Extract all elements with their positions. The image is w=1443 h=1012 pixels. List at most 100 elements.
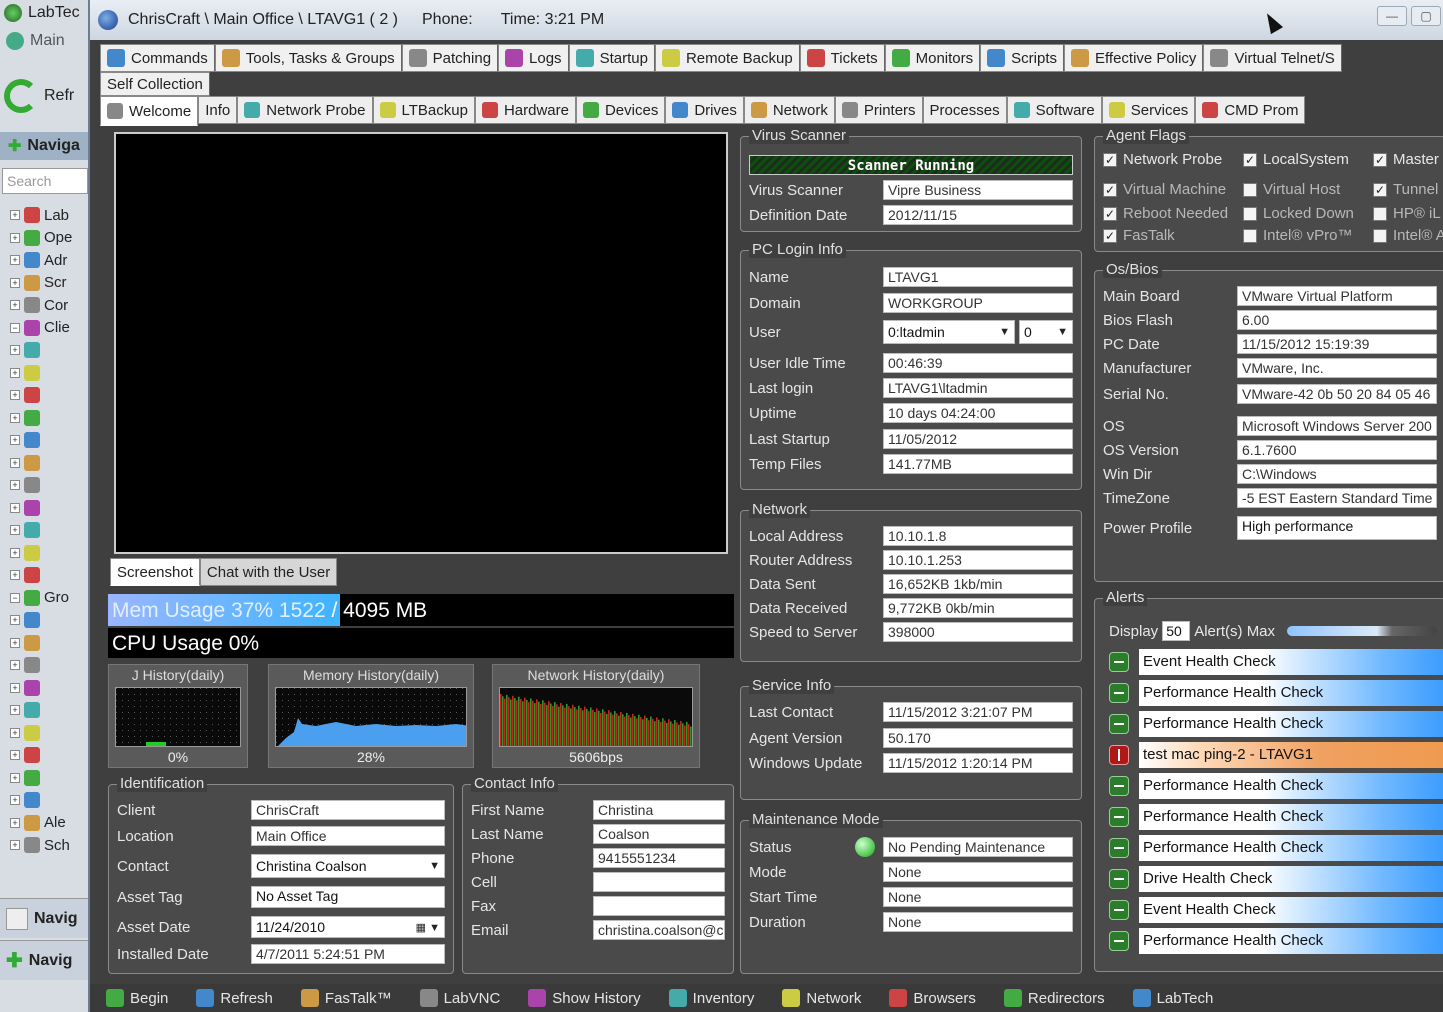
flag-network-probe[interactable]: ✓ Network Probe — [1103, 151, 1222, 168]
tab-ltbackup[interactable]: LTBackup — [372, 96, 475, 124]
expand-icon[interactable]: + — [10, 300, 20, 311]
bg-nav-button-1[interactable]: Navig — [0, 898, 96, 938]
bottom-redirectors-button[interactable]: Redirectors — [988, 989, 1117, 1007]
bg-tree-item[interactable]: + Adr — [10, 249, 96, 272]
expand-icon[interactable]: + — [10, 232, 20, 243]
bg-tree-item[interactable]: + Scr — [10, 272, 96, 295]
email-field[interactable]: christina.coalson@c — [593, 920, 725, 940]
toolbar-logs-button[interactable]: Logs — [498, 44, 569, 72]
bg-tree-item[interactable]: + — [10, 632, 96, 655]
expand-icon[interactable]: + — [10, 705, 20, 716]
bottom-labvnc-button[interactable]: LabVNC — [404, 989, 513, 1007]
expand-icon[interactable]: + — [10, 772, 20, 783]
tab-info[interactable]: Info — [198, 96, 238, 124]
alert-item[interactable]: Performance Health Check — [1109, 928, 1443, 954]
expand-icon[interactable]: + — [10, 277, 20, 288]
bg-tree-item[interactable]: + — [10, 452, 96, 475]
cpu-history[interactable]: J History(daily) 0% — [108, 664, 248, 768]
bg-tree-item[interactable]: − Clie — [10, 317, 96, 340]
bg-tree-item[interactable]: + — [10, 677, 96, 700]
flag-hp-il[interactable]: HP® iL — [1373, 205, 1441, 222]
flag-intel-a[interactable]: Intel® A — [1373, 227, 1443, 244]
bottom-fastalk-button[interactable]: FasTalk™ — [285, 989, 404, 1007]
expand-icon[interactable]: − — [10, 322, 20, 333]
toolbar-virtual-telnet-s-button[interactable]: Virtual Telnet/S — [1203, 44, 1342, 72]
toolbar-startup-button[interactable]: Startup — [568, 44, 655, 72]
toolbar-tickets-button[interactable]: Tickets — [799, 44, 885, 72]
bg-tree-item[interactable]: + Ale — [10, 812, 96, 835]
bg-tree-item[interactable]: + — [10, 609, 96, 632]
alert-item[interactable]: Event Health Check — [1109, 897, 1443, 923]
expand-icon[interactable]: + — [10, 255, 20, 266]
bg-tree-item[interactable]: + — [10, 519, 96, 542]
expand-icon[interactable]: + — [10, 817, 20, 828]
bg-tree-item[interactable]: + — [10, 722, 96, 745]
bottom-labtech-button[interactable]: LabTech — [1117, 989, 1226, 1007]
expand-icon[interactable]: + — [10, 502, 20, 513]
client-field[interactable]: ChrisCraft — [251, 800, 445, 820]
bg-tree-item[interactable]: + Ope — [10, 227, 96, 250]
tab-network-probe[interactable]: Network Probe — [237, 96, 373, 124]
alert-item[interactable]: Performance Health Check — [1109, 680, 1443, 706]
bottom-refresh-button[interactable]: Refresh — [180, 989, 285, 1007]
asset-date-picker[interactable]: 11/24/2010 ▦ ▼ — [251, 916, 445, 938]
contact-select[interactable]: Christina Coalson ▼ — [251, 854, 445, 878]
expand-icon[interactable]: + — [10, 727, 20, 738]
checkbox-icon[interactable]: ✓ — [1243, 152, 1257, 167]
tab-processes[interactable]: Processes — [922, 96, 1007, 124]
expand-icon[interactable]: + — [10, 480, 20, 491]
calendar-icon[interactable]: ▦ ▼ — [416, 921, 440, 934]
screenshot-view[interactable] — [114, 132, 728, 554]
bg-tree-item[interactable]: + — [10, 407, 96, 430]
bottom-show-history-button[interactable]: Show History — [512, 989, 652, 1007]
location-field[interactable]: Main Office — [251, 826, 445, 846]
bg-tree-item[interactable]: + — [10, 699, 96, 722]
user-session-select[interactable]: 0 ▼ — [1019, 320, 1073, 344]
bg-tree-item[interactable]: + Cor — [10, 294, 96, 317]
checkbox-icon[interactable]: ✓ — [1103, 182, 1117, 197]
bottom-network-button[interactable]: Network — [766, 989, 873, 1007]
memory-history[interactable]: Memory History(daily) 28% — [268, 664, 474, 768]
user-select[interactable]: 0:ltadmin ▼ — [883, 320, 1015, 344]
power-profile-field[interactable]: High performance — [1237, 516, 1437, 540]
bg-nav-button-2[interactable]: ✚ Navig — [0, 940, 96, 980]
tab-screenshot[interactable]: Screenshot — [110, 558, 200, 586]
tab-services[interactable]: Services — [1101, 96, 1196, 124]
last-name-field[interactable]: Coalson — [593, 824, 725, 844]
bg-tree-item[interactable]: + — [10, 362, 96, 385]
toolbar-commands-button[interactable]: Commands — [100, 44, 215, 72]
bg-tree-item[interactable]: + — [10, 497, 96, 520]
expand-icon[interactable]: + — [10, 637, 20, 648]
phone-field[interactable]: 9415551234 — [593, 848, 725, 868]
bg-tree-item[interactable]: + — [10, 429, 96, 452]
bg-tree-item[interactable]: + — [10, 767, 96, 790]
first-name-field[interactable]: Christina — [593, 800, 725, 820]
checkbox-icon[interactable] — [1373, 206, 1387, 221]
minimize-icon[interactable]: — — [1377, 6, 1407, 26]
expand-icon[interactable]: + — [10, 795, 20, 806]
checkbox-icon[interactable] — [1243, 228, 1257, 243]
network-history[interactable]: Network History(daily) 5606bps — [492, 664, 700, 768]
toolbar-tools-tasks-groups-button[interactable]: Tools, Tasks & Groups — [214, 44, 402, 72]
toolbar-monitors-button[interactable]: Monitors — [884, 44, 981, 72]
flag-virtual-host[interactable]: Virtual Host — [1243, 181, 1340, 198]
checkbox-icon[interactable]: ✓ — [1103, 228, 1117, 243]
bg-main-menu[interactable]: Main — [6, 32, 65, 50]
bottom-inventory-button[interactable]: Inventory — [653, 989, 767, 1007]
bg-search-input[interactable]: Search — [2, 168, 88, 194]
flag-virtual-machine[interactable]: ✓ Virtual Machine — [1103, 181, 1226, 198]
tab-software[interactable]: Software — [1006, 96, 1102, 124]
tab-network[interactable]: Network — [743, 96, 835, 124]
checkbox-icon[interactable] — [1243, 182, 1257, 197]
alert-item[interactable]: Performance Health Check — [1109, 711, 1443, 737]
expand-icon[interactable]: + — [10, 435, 20, 446]
expand-icon[interactable]: + — [10, 570, 20, 581]
alert-item[interactable]: Event Health Check — [1109, 649, 1443, 675]
toolbar-scripts-button[interactable]: Scripts — [980, 44, 1064, 72]
bg-tree-item[interactable]: + — [10, 654, 96, 677]
expand-icon[interactable]: + — [10, 457, 20, 468]
toolbar-effective-policy-button[interactable]: Effective Policy — [1064, 44, 1204, 72]
checkbox-icon[interactable]: ✓ — [1103, 206, 1117, 221]
tab-chat-with-user[interactable]: Chat with the User — [199, 558, 338, 586]
expand-icon[interactable]: + — [10, 660, 20, 671]
